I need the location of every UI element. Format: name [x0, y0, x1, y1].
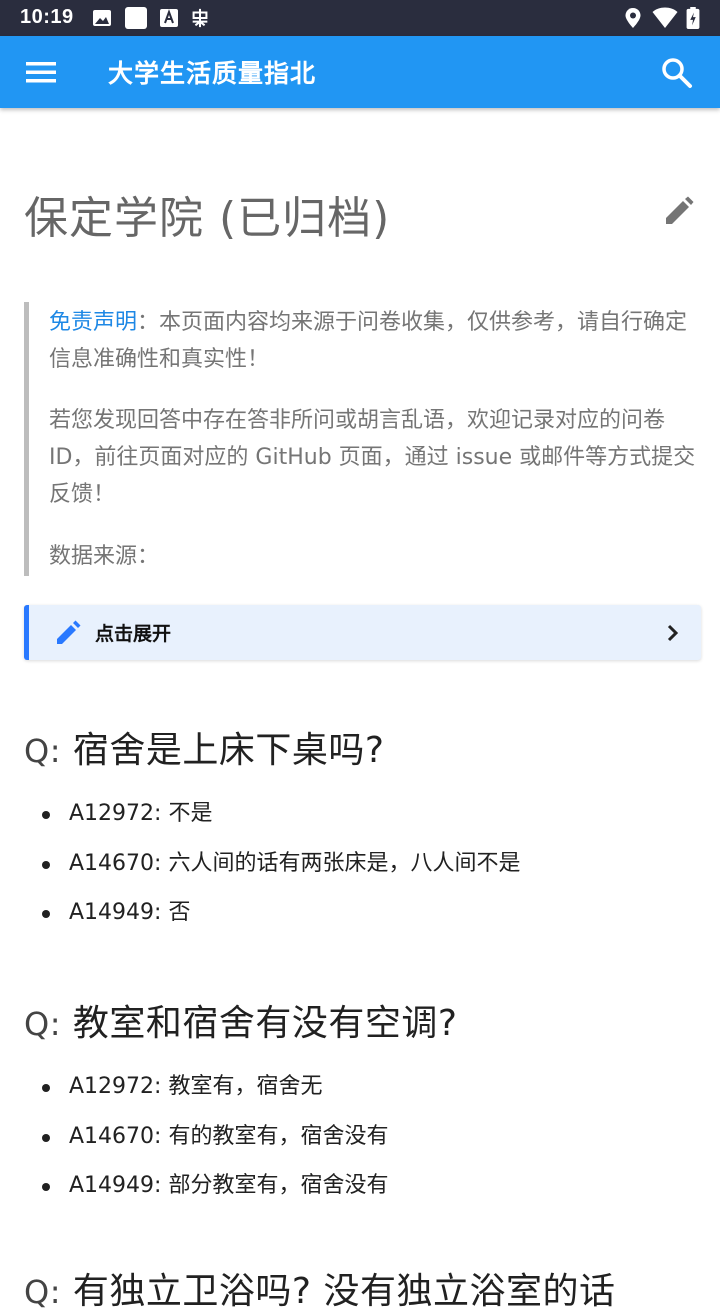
question-heading: Q: 有独立卫浴吗? 没有独立浴室的话	[24, 1262, 615, 1314]
question-heading: Q: 宿舍是上床下桌吗?	[24, 721, 385, 773]
question-heading: Q: 教室和宿舍有没有空调?	[24, 994, 458, 1046]
expand-panel[interactable]: 点击展开	[24, 605, 701, 660]
list-item: A14949: 部分教室有，宿舍没有	[24, 1170, 704, 1220]
wifi-icon	[652, 7, 678, 28]
list-item: A14670: 有的教室有，宿舍没有	[24, 1121, 704, 1171]
app-bar: 大学生活质量指北	[0, 36, 720, 108]
answer-list: A12972: 教室有，宿舍无 A14670: 有的教室有，宿舍没有 A1494…	[24, 1071, 704, 1220]
question-prefix: Q:	[24, 1005, 61, 1043]
chevron-right-icon	[667, 624, 679, 642]
menu-icon[interactable]	[26, 58, 58, 86]
question-text: 有独立卫浴吗? 没有独立浴室的话	[72, 1271, 616, 1312]
edit-icon[interactable]	[662, 196, 694, 228]
disclaimer-text: ：本页面内容均来源于问卷收集，仅供参考，请自行确定信息准确性和真实性！	[49, 310, 688, 372]
disclaimer-paragraph-1: 免责声明：本页面内容均来源于问卷收集，仅供参考，请自行确定信息准确性和真实性！	[49, 304, 699, 378]
answer-list: A12972: 不是 A14670: 六人间的话有两张床是，八人间不是 A149…	[24, 798, 704, 947]
image-icon	[93, 10, 111, 26]
status-time: 10:19	[20, 6, 74, 28]
square-icon	[125, 7, 147, 29]
bug-icon	[192, 8, 208, 28]
question-prefix: Q:	[24, 732, 61, 770]
disclaimer-paragraph-2: 若您发现回答中存在答非所问或胡言乱语，欢迎记录对应的问卷 ID，前往页面对应的 …	[49, 408, 696, 507]
disclaimer-quote: 免责声明：本页面内容均来源于问卷收集，仅供参考，请自行确定信息准确性和真实性！ …	[24, 302, 701, 576]
list-item: A14670: 六人间的话有两张床是，八人间不是	[24, 848, 704, 898]
pencil-icon	[57, 620, 81, 644]
data-source-label: 数据来源：	[49, 544, 160, 569]
list-item: A12972: 教室有，宿舍无	[24, 1071, 704, 1121]
expand-label: 点击展开	[95, 623, 172, 645]
question-text: 教室和宿舍有没有空调?	[72, 1003, 458, 1044]
search-icon[interactable]	[660, 56, 694, 90]
question-prefix: Q:	[24, 1273, 61, 1311]
app-title: 大学生活质量指北	[108, 59, 317, 88]
list-item: A12972: 不是	[24, 798, 704, 848]
list-item: A14949: 否	[24, 897, 704, 947]
a-icon	[160, 9, 178, 27]
status-bar: 10:19	[0, 0, 720, 36]
location-icon	[625, 8, 641, 28]
disclaimer-link[interactable]: 免责声明	[49, 310, 137, 335]
question-text: 宿舍是上床下桌吗?	[72, 730, 385, 771]
battery-icon	[686, 7, 700, 29]
page-title: 保定学院 (已归档)	[24, 193, 391, 244]
